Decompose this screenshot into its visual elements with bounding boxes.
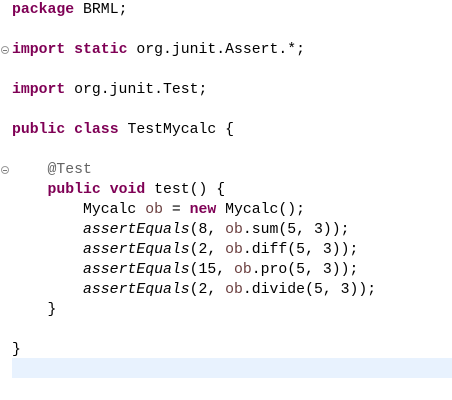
code-token: org.junit.Assert.*;: [127, 42, 306, 58]
code-editor[interactable]: package BRML; import static org.junit.Ass…: [0, 0, 452, 400]
code-line[interactable]: Mycalc ob = new Mycalc();: [12, 200, 305, 220]
code-token: (8,: [189, 222, 226, 238]
code-token: TestMycalc {: [118, 122, 235, 138]
annotation-token: @Test: [47, 162, 92, 178]
fold-collapse-icon[interactable]: [1, 166, 9, 174]
keyword-token: public: [47, 182, 101, 198]
code-line[interactable]: }: [12, 300, 57, 320]
variable-token: ob: [234, 262, 252, 278]
code-token: (2,: [189, 282, 226, 298]
code-line[interactable]: public class TestMycalc {: [12, 120, 234, 140]
static-method-token: assertEquals: [83, 242, 190, 258]
code-token: test() {: [145, 182, 226, 198]
code-token: BRML;: [74, 2, 128, 18]
code-token: Mycalc: [12, 202, 146, 218]
code-line[interactable]: assertEquals(8, ob.sum(5, 3));: [12, 220, 349, 240]
variable-token: ob: [225, 282, 243, 298]
code-token: (2,: [189, 242, 226, 258]
code-line[interactable]: assertEquals(2, ob.divide(5, 3));: [12, 280, 376, 300]
variable-token: ob: [145, 202, 163, 218]
code-token: .divide(5, 3));: [242, 282, 377, 298]
keyword-token: package: [12, 2, 75, 18]
code-token: .diff(5, 3));: [242, 242, 359, 258]
code-token: =: [162, 202, 190, 218]
code-line[interactable]: }: [12, 340, 21, 360]
code-token: (15,: [189, 262, 235, 278]
code-token: }: [12, 302, 57, 318]
keyword-token: public: [12, 122, 66, 138]
current-line-highlight: [12, 358, 452, 378]
static-method-token: assertEquals: [83, 262, 190, 278]
code-line[interactable]: package BRML;: [12, 0, 127, 20]
code-token: .pro(5, 3));: [251, 262, 359, 278]
keyword-token: new: [189, 202, 217, 218]
code-line[interactable]: assertEquals(15, ob.pro(5, 3));: [12, 260, 358, 280]
code-token: org.junit.Test;: [65, 82, 208, 98]
code-line[interactable]: public void test() {: [12, 180, 226, 200]
keyword-token: import: [12, 82, 66, 98]
code-line[interactable]: import static org.junit.Assert.*;: [12, 40, 305, 60]
code-token: Mycalc();: [216, 202, 306, 218]
variable-token: ob: [225, 242, 243, 258]
code-line[interactable]: @Test: [12, 160, 92, 180]
code-line[interactable]: import org.junit.Test;: [12, 80, 207, 100]
static-method-token: assertEquals: [83, 282, 190, 298]
code-token: .sum(5, 3));: [242, 222, 350, 238]
code-token: }: [12, 342, 21, 358]
keyword-token: import: [12, 42, 66, 58]
code-line[interactable]: assertEquals(2, ob.diff(5, 3));: [12, 240, 358, 260]
fold-collapse-icon[interactable]: [1, 46, 9, 54]
keyword-token: class: [74, 122, 119, 138]
static-method-token: assertEquals: [83, 222, 190, 238]
keyword-token: void: [109, 182, 146, 198]
editor-gutter: [0, 0, 10, 400]
keyword-token: static: [74, 42, 128, 58]
variable-token: ob: [225, 222, 243, 238]
